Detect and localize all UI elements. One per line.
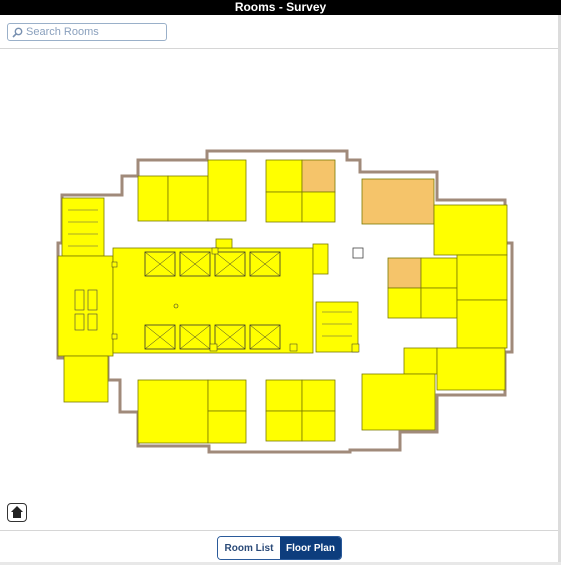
room <box>456 299 508 349</box>
room <box>361 178 435 225</box>
room <box>301 410 336 442</box>
room <box>265 379 303 412</box>
room <box>207 159 247 222</box>
room <box>215 238 233 249</box>
room <box>301 191 336 223</box>
room <box>207 410 247 444</box>
room <box>63 355 109 403</box>
room <box>301 159 336 193</box>
tab-floor-plan[interactable]: Floor Plan <box>280 537 341 559</box>
room <box>420 257 458 289</box>
room <box>403 347 438 375</box>
room <box>420 287 458 319</box>
search-input[interactable] <box>26 24 164 40</box>
room <box>167 175 209 222</box>
search-bar <box>0 15 561 49</box>
floor-plan <box>56 149 514 454</box>
room <box>265 191 303 223</box>
room <box>57 255 114 357</box>
room <box>61 197 105 257</box>
home-icon <box>11 506 23 518</box>
room <box>456 254 508 301</box>
tab-room-list[interactable]: Room List <box>218 537 280 559</box>
window-title: Rooms - Survey <box>0 0 561 15</box>
room <box>387 257 422 289</box>
room <box>436 347 506 391</box>
room <box>137 379 209 444</box>
room <box>265 159 303 193</box>
room <box>312 243 329 275</box>
search-icon <box>12 27 23 38</box>
room <box>361 373 436 431</box>
view-toggle: Room List Floor Plan <box>217 536 342 560</box>
room <box>315 301 359 353</box>
room <box>265 410 303 442</box>
room <box>112 247 314 354</box>
room <box>207 379 247 412</box>
room <box>433 204 508 256</box>
search-field[interactable] <box>7 23 167 41</box>
home-button[interactable] <box>7 503 27 522</box>
room <box>137 175 169 222</box>
floor-plan-canvas[interactable] <box>0 49 558 529</box>
room <box>387 287 422 319</box>
room <box>301 379 336 412</box>
